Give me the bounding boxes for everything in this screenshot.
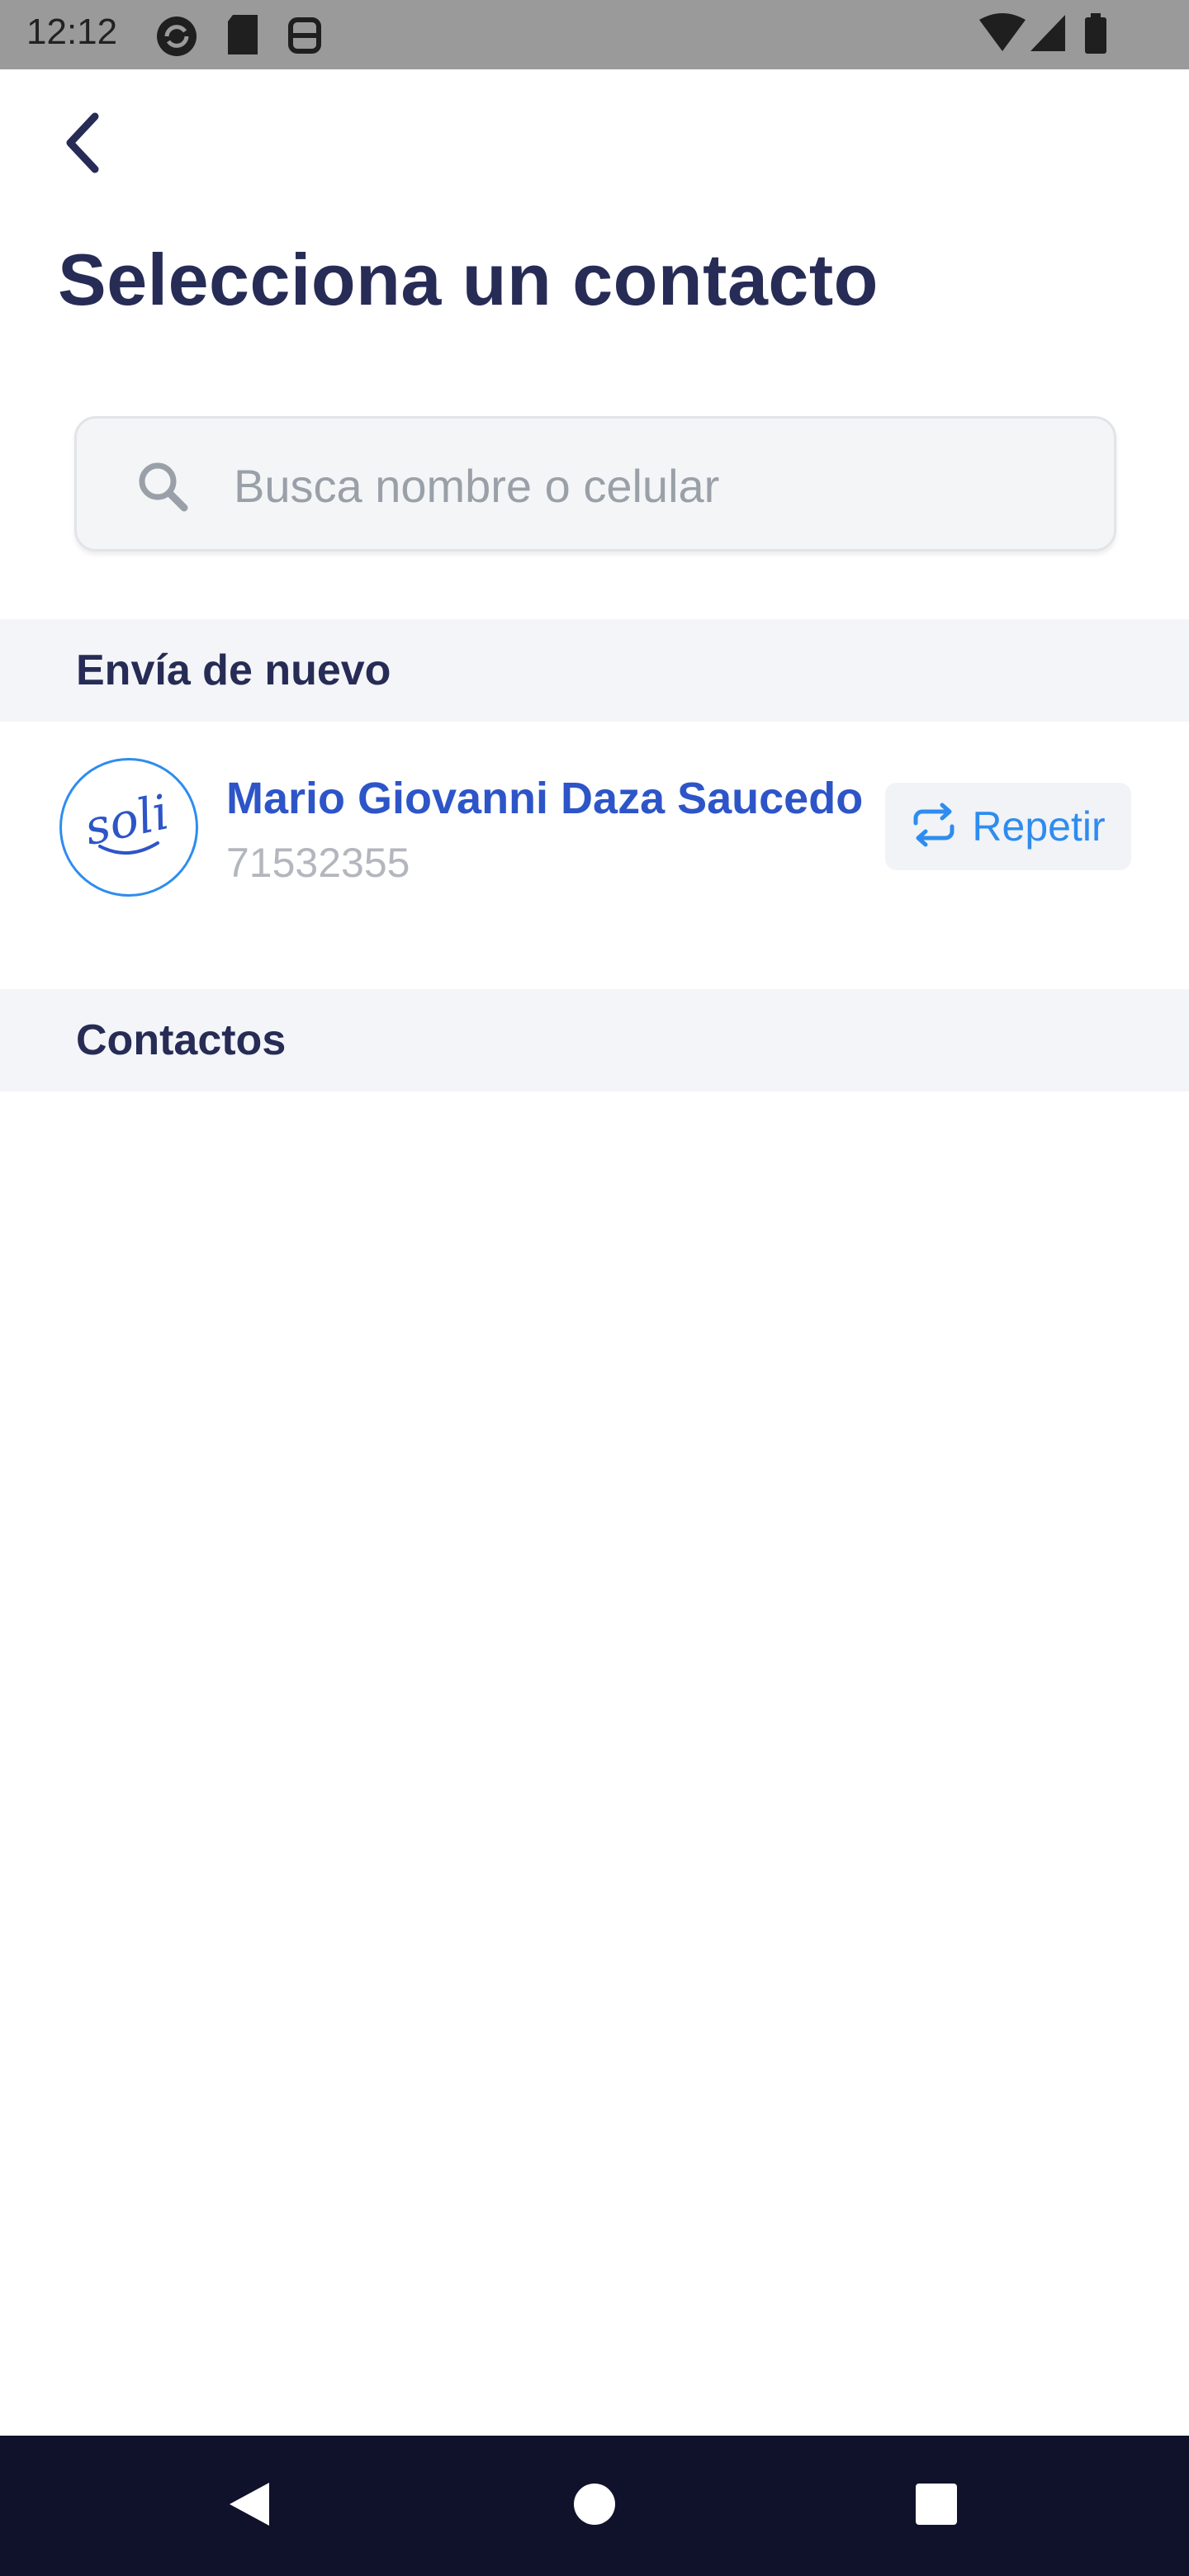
search-box[interactable]: [74, 416, 1116, 552]
cell-signal-icon: [1029, 13, 1067, 57]
repeat-icon: [911, 802, 957, 852]
nav-home-button[interactable]: [528, 2436, 661, 2576]
repeat-button[interactable]: Repetir: [885, 783, 1131, 870]
nav-recents-button[interactable]: [870, 2436, 1002, 2576]
section-header-contacts: Contactos: [0, 989, 1189, 1091]
status-bar: 12:12: [0, 0, 1189, 69]
search-input[interactable]: [234, 448, 1059, 523]
wifi-icon: [979, 13, 1026, 57]
system-nav-bar: [0, 2436, 1189, 2576]
section-header-recent: Envía de nuevo: [0, 619, 1189, 722]
section-label-recent: Envía de nuevo: [76, 646, 391, 694]
contact-name: Mario Giovanni Daza Saucedo: [226, 774, 864, 823]
soli-logo: soli: [79, 784, 173, 856]
chevron-left-icon: [62, 111, 103, 178]
svg-text:soli: soli: [79, 784, 173, 856]
contact-phone: 71532355: [226, 840, 410, 886]
back-button[interactable]: [53, 107, 112, 182]
square-recents-icon: [915, 2483, 958, 2530]
repeat-label: Repetir: [972, 803, 1106, 850]
sync-icon: [154, 13, 200, 64]
page-title: Selecciona un contacto: [58, 239, 879, 320]
search-icon: [136, 460, 189, 517]
sd-card-icon: [225, 13, 261, 60]
android-debug-icon: [286, 13, 324, 60]
nav-back-button[interactable]: [183, 2436, 315, 2576]
triangle-back-icon: [226, 2479, 272, 2533]
circle-home-icon: [572, 2482, 617, 2531]
status-time: 12:12: [26, 12, 118, 52]
battery-icon: [1083, 13, 1108, 59]
list-item[interactable]: soli Mario Giovanni Daza Saucedo 7153235…: [0, 723, 1189, 987]
section-label-contacts: Contactos: [76, 1016, 287, 1064]
avatar: soli: [59, 758, 198, 897]
